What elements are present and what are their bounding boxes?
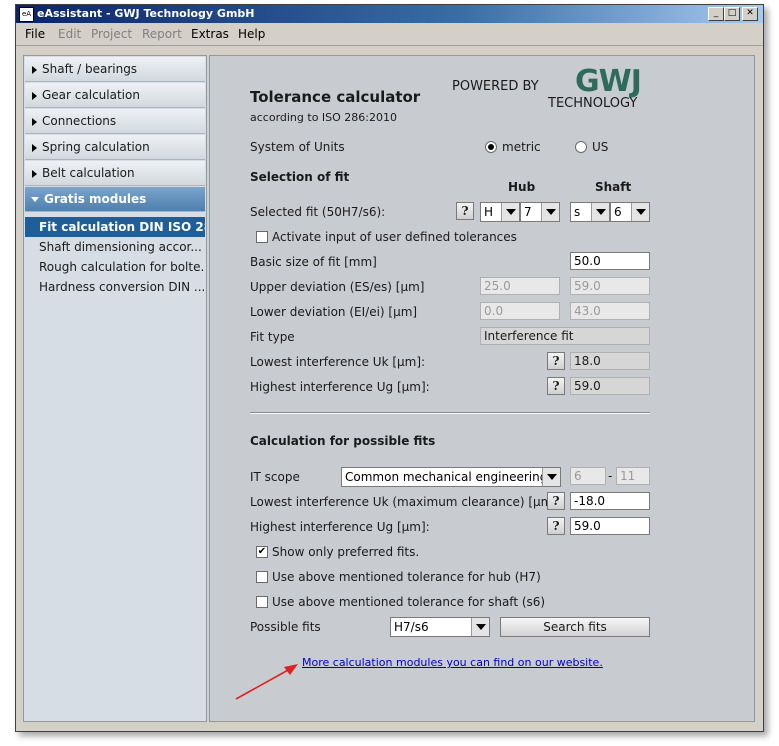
- help-icon[interactable]: ?: [547, 517, 565, 535]
- chevron-down-icon: [471, 618, 489, 636]
- menu-help[interactable]: Help: [238, 27, 265, 41]
- selected-fit-label: Selected fit (50H7/s6):: [250, 205, 386, 219]
- chevron-right-icon: [32, 169, 37, 178]
- user-defined-label: Activate input of user defined tolerance…: [272, 230, 517, 244]
- lower-deviation-shaft: 43.0: [570, 302, 650, 320]
- possible-highest-input[interactable]: 59.0: [570, 517, 650, 535]
- page-subtitle: according to ISO 286:2010: [250, 111, 398, 124]
- lower-deviation-hub: 0.0: [480, 302, 560, 320]
- sidebar-item-hardness-conversion[interactable]: Hardness conversion DIN ...: [25, 277, 205, 297]
- page-title: Tolerance calculator: [250, 88, 421, 106]
- it-scope-label: IT scope: [250, 470, 300, 484]
- shaft-tolerance-label: Use above mentioned tolerance for shaft …: [272, 595, 546, 609]
- preferred-fits-checkbox[interactable]: ✔: [256, 546, 268, 558]
- arrow-annotation-icon: [235, 664, 298, 700]
- metric-label: metric: [502, 140, 541, 154]
- chevron-down-icon: [501, 203, 519, 221]
- chevron-right-icon: [32, 117, 37, 126]
- maximize-icon[interactable]: □: [724, 7, 740, 21]
- sidebar-item-fit-calculation[interactable]: Fit calculation DIN ISO 286: [25, 217, 205, 237]
- chevron-down-icon: [591, 203, 609, 221]
- possible-fits-section-title: Calculation for possible fits: [250, 434, 436, 448]
- us-radio[interactable]: [575, 141, 587, 153]
- sidebar-item-shaft-dimensioning[interactable]: Shaft dimensioning accor...: [25, 237, 205, 257]
- main-content: Tolerance calculator according to ISO 28…: [209, 55, 755, 722]
- lowest-interference-value: 18.0: [570, 352, 650, 370]
- chevron-down-icon: [541, 203, 559, 221]
- help-icon[interactable]: ?: [547, 492, 565, 510]
- user-defined-checkbox[interactable]: [256, 231, 268, 243]
- units-label: System of Units: [250, 140, 345, 154]
- sidebar-category-belt[interactable]: Belt calculation: [25, 161, 205, 186]
- possible-fits-select[interactable]: H7/s6: [390, 617, 490, 637]
- selection-section-title: Selection of fit: [250, 170, 350, 184]
- chevron-right-icon: [32, 143, 37, 152]
- possible-highest-label: Highest interference Ug [µm]:: [250, 520, 430, 534]
- gwj-logo: GWJ: [575, 64, 642, 99]
- powered-by-label: POWERED BY: [452, 79, 539, 94]
- menu-bar: File Edit Project Report Extras Help: [16, 23, 763, 46]
- shaft-letter-select[interactable]: s: [570, 202, 610, 222]
- upper-deviation-label: Upper deviation (ES/es) [µm]: [250, 280, 425, 294]
- it-scope-select[interactable]: Common mechanical engineering: [341, 467, 561, 487]
- shaft-header: Shaft: [595, 180, 632, 194]
- lowest-interference-label: Lowest interference Uk [µm]:: [250, 355, 426, 369]
- sidebar-category-gratis[interactable]: Gratis modules: [25, 187, 205, 212]
- chevron-down-icon: [631, 203, 649, 221]
- sidebar-category-spring[interactable]: Spring calculation: [25, 135, 205, 160]
- basic-size-input[interactable]: 50.0: [570, 252, 650, 270]
- chevron-down-icon: [31, 197, 39, 202]
- menu-extras[interactable]: Extras: [191, 27, 229, 41]
- possible-fits-label: Possible fits: [250, 620, 321, 634]
- sidebar-item-rough-calculation[interactable]: Rough calculation for bolte...: [25, 257, 205, 277]
- menu-edit[interactable]: Edit: [58, 27, 81, 41]
- it-range-dash: -: [608, 469, 613, 483]
- window-title: eAssistant - GWJ Technology GmbH: [37, 7, 255, 20]
- it-to-input[interactable]: 11: [616, 467, 650, 485]
- menu-file[interactable]: File: [25, 27, 45, 41]
- menu-report[interactable]: Report: [142, 27, 182, 41]
- sidebar-category-shaft[interactable]: Shaft / bearings: [25, 57, 205, 82]
- chevron-right-icon: [32, 65, 37, 74]
- highest-interference-label: Highest interference Ug [µm]:: [250, 380, 430, 394]
- search-fits-button[interactable]: Search fits: [500, 617, 650, 637]
- chevron-down-icon: [542, 468, 560, 486]
- section-divider: [250, 412, 650, 414]
- minimize-icon[interactable]: _: [708, 7, 724, 21]
- sidebar-category-gear[interactable]: Gear calculation: [25, 83, 205, 108]
- lower-deviation-label: Lower deviation (EI/ei) [µm]: [250, 305, 418, 319]
- sidebar: Shaft / bearings Gear calculation Connec…: [23, 55, 207, 722]
- title-bar[interactable]: eA eAssistant - GWJ Technology GmbH _ □ …: [16, 5, 763, 23]
- possible-lowest-label: Lowest interference Uk (maximum clearanc…: [250, 495, 562, 509]
- us-label: US: [592, 140, 609, 154]
- metric-radio[interactable]: [485, 141, 497, 153]
- upper-deviation-shaft: 59.0: [570, 277, 650, 295]
- shaft-grade-select[interactable]: 6: [610, 202, 650, 222]
- shaft-tolerance-checkbox[interactable]: [256, 596, 268, 608]
- help-icon[interactable]: ?: [456, 202, 474, 220]
- menu-project[interactable]: Project: [91, 27, 132, 41]
- possible-lowest-input[interactable]: -18.0: [570, 492, 650, 510]
- fit-type-value: Interference fit: [480, 327, 650, 345]
- it-from-input[interactable]: 6: [570, 467, 606, 485]
- help-icon[interactable]: ?: [547, 377, 565, 395]
- highest-interference-value: 59.0: [570, 377, 650, 395]
- preferred-fits-label: Show only preferred fits.: [272, 545, 420, 559]
- close-icon[interactable]: ✕: [742, 7, 758, 21]
- gwj-logo-subtitle: TECHNOLOGY: [548, 96, 638, 111]
- hub-tolerance-checkbox[interactable]: [256, 571, 268, 583]
- basic-size-label: Basic size of fit [mm]: [250, 255, 377, 269]
- fit-type-label: Fit type: [250, 330, 295, 344]
- upper-deviation-hub: 25.0: [480, 277, 560, 295]
- hub-letter-select[interactable]: H: [480, 202, 520, 222]
- hub-header: Hub: [508, 180, 536, 194]
- app-icon: eA: [19, 7, 34, 22]
- help-icon[interactable]: ?: [547, 352, 565, 370]
- sidebar-category-connections[interactable]: Connections: [25, 109, 205, 134]
- website-link[interactable]: More calculation modules you can find on…: [302, 656, 603, 669]
- hub-tolerance-label: Use above mentioned tolerance for hub (H…: [272, 570, 541, 584]
- chevron-right-icon: [32, 91, 37, 100]
- hub-grade-select[interactable]: 7: [520, 202, 560, 222]
